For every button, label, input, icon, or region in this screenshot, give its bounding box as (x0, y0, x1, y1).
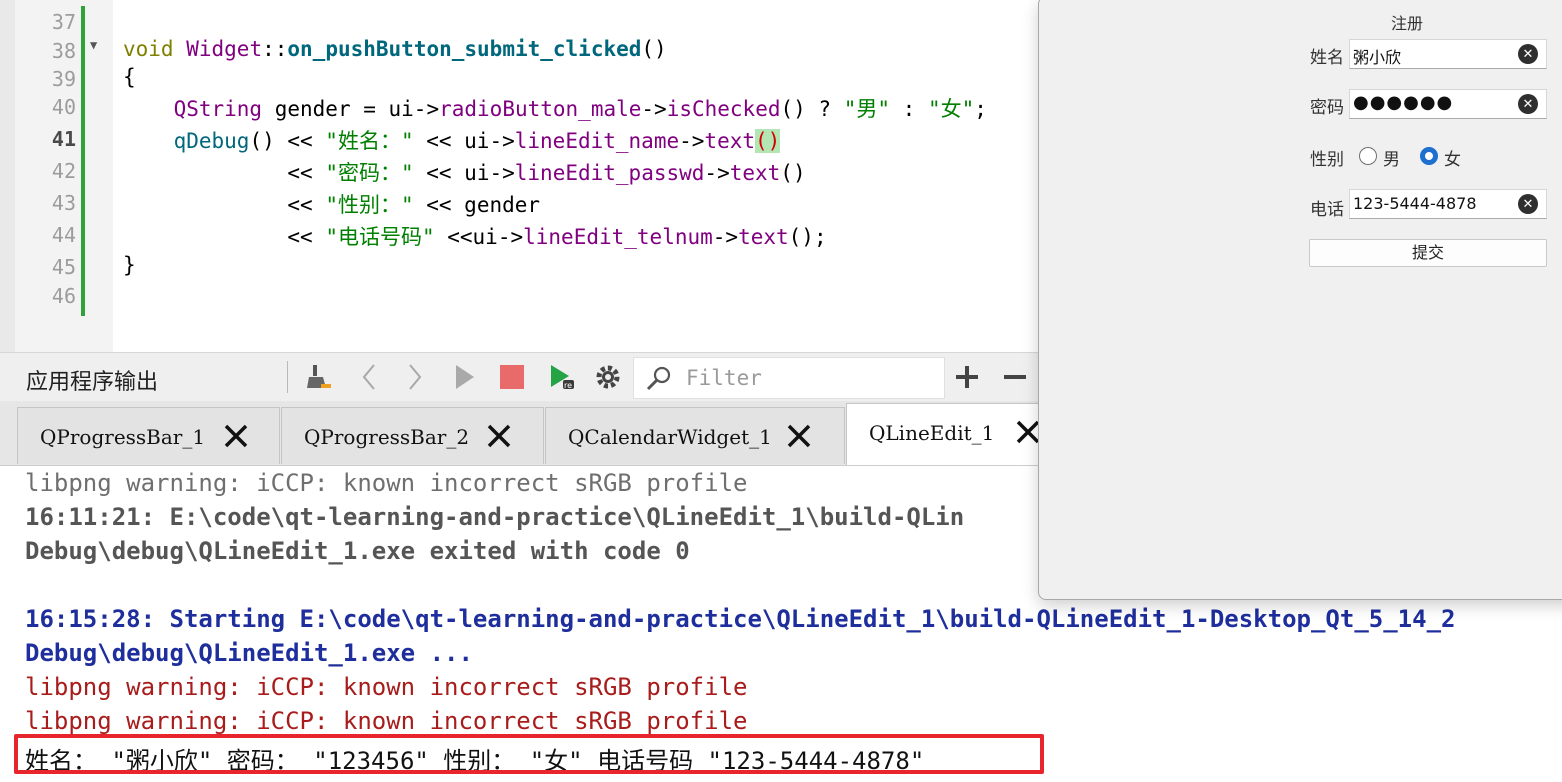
password-input[interactable]: ●●●●●● ✕ (1349, 89, 1547, 119)
name-input[interactable]: 粥小欣 ✕ (1349, 39, 1547, 69)
line-number: 43 (51, 191, 76, 215)
gender-label: 性别 (1310, 150, 1344, 170)
output-line: 16:15:28: Starting E:\code\qt-learning-a… (25, 605, 1456, 633)
output-line: libpng warning: iCCP: known incorrect sR… (25, 469, 748, 497)
panel-title: 应用程序输出 (26, 370, 159, 395)
phone-input[interactable]: 123-5444-4878 ✕ (1349, 189, 1547, 219)
toolbar-separator (287, 361, 288, 393)
line-number: 46 (51, 284, 76, 308)
search-icon (644, 364, 676, 396)
gear-icon[interactable] (591, 360, 625, 394)
code-line-42: << "密码：" << ui->lineEdit_passwd->text() (287, 161, 806, 185)
code-line-39: { (123, 65, 136, 89)
output-line: Debug\debug\QLineEdit_1.exe exited with … (25, 537, 690, 565)
svg-text:re: re (564, 381, 572, 390)
run-debug-icon[interactable]: re (545, 360, 579, 394)
tab-qprogressbar-1[interactable]: QProgressBar_1 (17, 407, 280, 464)
code-line-38: void Widget::on_pushButton_submit_clicke… (123, 37, 667, 61)
filter-input[interactable] (684, 364, 938, 392)
tab-qcalendarwidget-1[interactable]: QCalendarWidget_1 (545, 407, 845, 464)
line-number: 45 (51, 255, 76, 279)
plus-icon[interactable] (950, 360, 984, 394)
clear-icon[interactable]: ✕ (1518, 94, 1538, 114)
phone-label: 电话 (1310, 200, 1344, 220)
tab-label: QProgressBar_1 (40, 425, 206, 449)
name-value: 粥小欣 (1353, 48, 1402, 67)
tab-label: QLineEdit_1 (869, 421, 995, 445)
chevron-right-icon[interactable] (398, 360, 432, 394)
password-label: 密码 (1310, 98, 1344, 118)
radio-male[interactable] (1359, 147, 1377, 165)
chevron-left-icon[interactable] (352, 360, 386, 394)
code-line-44: << "电话号码" <<ui->lineEdit_telnum->text(); (287, 225, 827, 249)
output-tabbar: QProgressBar_1 QProgressBar_2 QCalendarW… (0, 401, 1040, 466)
code-line-41: qDebug() << "姓名：" << ui->lineEdit_name->… (173, 129, 781, 153)
line-number-current: 41 (51, 127, 76, 151)
tab-qprogressbar-2[interactable]: QProgressBar_2 (281, 407, 544, 464)
code-line-43: << "性别：" << gender (287, 193, 541, 217)
close-icon[interactable] (221, 421, 251, 451)
clear-icon[interactable]: ✕ (1518, 194, 1538, 214)
close-icon[interactable] (784, 421, 814, 451)
result-highlight-box (14, 734, 1044, 774)
matched-paren-highlight: () (755, 129, 781, 153)
tab-label: QProgressBar_2 (304, 425, 470, 449)
name-label: 姓名 (1310, 48, 1344, 68)
play-icon[interactable] (447, 360, 481, 394)
output-line: Debug\debug\QLineEdit_1.exe ... (25, 639, 473, 667)
line-number: 40 (51, 95, 76, 119)
stop-icon[interactable] (495, 360, 529, 394)
radio-female-label: 女 (1444, 150, 1461, 170)
output-toolbar: 应用程序输出 re (0, 352, 1040, 402)
code-editor[interactable]: 37 38 39 40 41 42 43 44 45 46 ▼ void Wid… (0, 0, 1040, 352)
register-dialog: 注册 姓名 粥小欣 ✕ 密码 ●●●●●● ✕ 性别 男 女 电话 123-54… (1038, 0, 1562, 600)
line-number-gutter: 37 38 39 40 41 42 43 44 45 46 ▼ (0, 0, 113, 352)
password-value: ●●●●●● (1353, 92, 1454, 113)
change-marker (81, 6, 85, 316)
line-number: 44 (51, 223, 76, 247)
output-line: 16:11:21: E:\code\qt-learning-and-practi… (25, 503, 965, 531)
radio-female[interactable] (1420, 147, 1438, 165)
close-icon[interactable] (484, 421, 514, 451)
line-number: 37 (51, 10, 76, 34)
line-number: 42 (51, 159, 76, 183)
broom-icon[interactable] (302, 360, 336, 394)
phone-value: 123-5444-4878 (1353, 194, 1477, 213)
radio-male-label: 男 (1383, 150, 1400, 170)
dialog-title: 注册 (1391, 14, 1424, 33)
tab-qlineedit-1[interactable]: QLineEdit_1 (846, 403, 1040, 465)
line-number: 38 (51, 39, 76, 63)
output-line: libpng warning: iCCP: known incorrect sR… (25, 707, 748, 735)
clear-icon[interactable]: ✕ (1518, 44, 1538, 64)
tab-label: QCalendarWidget_1 (568, 425, 772, 449)
line-number: 39 (51, 67, 76, 91)
filter-box[interactable] (633, 357, 945, 399)
output-line: libpng warning: iCCP: known incorrect sR… (25, 673, 748, 701)
minus-icon[interactable] (998, 360, 1032, 394)
code-line-40: QString gender = ui->radioButton_male->i… (173, 97, 987, 121)
code-line-45: } (123, 253, 136, 277)
fold-arrow-icon[interactable]: ▼ (90, 38, 97, 52)
gutter-margin (0, 0, 15, 352)
submit-button[interactable]: 提交 (1309, 239, 1547, 267)
